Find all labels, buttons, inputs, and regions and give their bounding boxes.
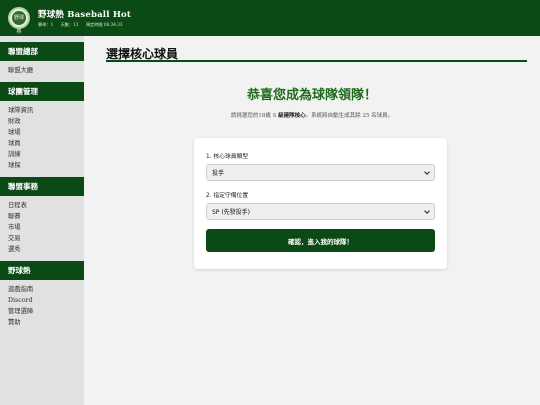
server-time: 預定時間 08.34.33 [85,22,123,27]
top-bar: 野球熱 野球熱 Baseball Hot 賽季：1 天數：13 預定時間 08.… [0,0,540,36]
sidebar-item-finance[interactable]: 財政 [0,116,84,127]
player-type-select[interactable]: 投手 [206,164,435,181]
position-value: SP (先發投手) [212,209,251,216]
instruction-bold: 級建隊核心 [278,113,306,119]
sidebar-item-stadium[interactable]: 球場 [0,127,84,138]
sidebar-item-training[interactable]: 訓練 [0,149,84,160]
sidebar-section-league: 聯盟事務 [0,177,84,196]
sidebar-item-league[interactable]: 聯賽 [0,211,84,222]
instruction-post: 。系統將自動生成其餘 25 名球員。 [305,113,394,119]
instruction-pre: 請挑選您的18歲 S [230,113,279,119]
sidebar-section-team: 球團管理 [0,82,84,101]
sidebar-item-guide[interactable]: 遊戲指南 [0,284,84,295]
instruction-text: 請挑選您的18歲 S 級建隊核心。系統將自動生成其餘 25 名球員。 [84,111,540,119]
season-label: 賽季：1 [38,22,54,27]
sidebar-item-scouting[interactable]: 球探 [0,160,84,171]
position-field: 2. 指定守備位置 SP (先發投手) [206,190,435,220]
position-label: 2. 指定守備位置 [206,193,249,199]
season-info: 賽季：1 天數：13 預定時間 08.34.33 [38,22,131,28]
sidebar-item-discord[interactable]: Discord [0,295,84,306]
sidebar-item-admin[interactable]: 管理選陣 [0,306,84,317]
logo-badge: 野球熱 [12,11,26,35]
type-field: 1. 核心球員類型 投手 [206,151,435,181]
sidebar-item-draft[interactable]: 選秀 [0,244,84,255]
sidebar-item-team-info[interactable]: 球隊資訊 [0,105,84,116]
sidebar-item-sponsor[interactable]: 贊助 [0,317,84,328]
sidebar-section-hq: 聯盟總部 [0,42,84,61]
sidebar-item-market[interactable]: 市場 [0,222,84,233]
app-title: 野球熱 Baseball Hot [38,10,132,20]
chevron-down-icon [424,207,430,214]
player-type-value: 投手 [212,170,225,177]
type-label: 1. 核心球員類型 [206,154,249,160]
sidebar-item-players[interactable]: 球員 [0,138,84,149]
congrats-heading: 恭喜您成為球隊領隊！ [246,88,377,103]
selection-card: 1. 核心球員類型 投手 2. 指定守備位置 SP (先發投手) 確認，進入我的… [194,138,447,269]
sidebar-section-game: 野球熱 [0,261,84,280]
day-label: 天數：13 [60,22,79,27]
sidebar-item-trade[interactable]: 交易 [0,233,84,244]
sidebar: 聯盟總部 聯盟大廳 球團管理 球隊資訊 財政 球場 球員 訓練 球探 聯盟事務 … [0,36,84,405]
title-divider [106,60,527,62]
logo[interactable]: 野球熱 [8,7,30,35]
main-content: 選擇核心球員 恭喜您成為球隊領隊！ 請挑選您的18歲 S 級建隊核心。系統將自動… [84,36,540,405]
position-select[interactable]: SP (先發投手) [206,203,435,220]
chevron-down-icon [424,168,430,175]
sidebar-item-schedule[interactable]: 日程表 [0,200,84,211]
sidebar-item-league-lobby[interactable]: 聯盟大廳 [0,65,84,76]
brand: 野球熱 Baseball Hot 賽季：1 天數：13 預定時間 08.34.3… [38,8,131,28]
confirm-button[interactable]: 確認，進入我的球隊！ [206,229,435,252]
